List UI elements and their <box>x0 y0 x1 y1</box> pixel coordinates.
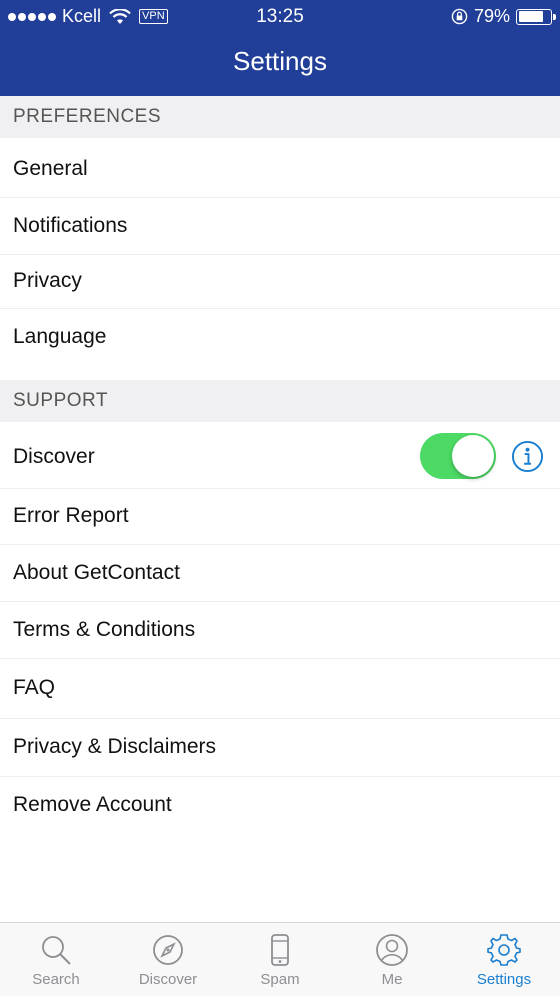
discover-toggle[interactable] <box>420 433 496 479</box>
settings-item-language[interactable]: Language <box>0 308 560 366</box>
tab-me[interactable]: Me <box>336 923 448 996</box>
phone-icon <box>271 934 289 966</box>
settings-item-privacy-disclaimers[interactable]: Privacy & Disclaimers <box>0 718 560 776</box>
tab-label: Settings <box>476 971 532 988</box>
tab-label: Search <box>32 971 80 988</box>
battery-icon <box>516 8 556 25</box>
settings-item-privacy[interactable]: Privacy <box>0 254 560 308</box>
tab-search[interactable]: Search <box>0 923 112 996</box>
settings-item-faq[interactable]: FAQ <box>0 658 560 718</box>
tab-discover[interactable]: Discover <box>112 923 224 996</box>
status-bar: Kcell VPN 13:25 79% <box>0 0 560 34</box>
battery-percent: 79% <box>473 6 510 26</box>
search-icon <box>42 936 71 965</box>
section-header-preferences: PREFERENCES <box>0 96 560 138</box>
settings-item-error-report[interactable]: Error Report <box>0 488 560 544</box>
compass-icon <box>153 935 183 965</box>
status-right: 79% <box>451 6 556 27</box>
tab-bar: Search Discover Spam Me Settings <box>0 922 560 996</box>
page-title: Settings <box>233 46 327 76</box>
settings-item-remove-account[interactable]: Remove Account <box>0 776 560 833</box>
tab-label: Discover <box>138 971 198 988</box>
settings-item-notifications[interactable]: Notifications <box>0 198 560 254</box>
tab-spam[interactable]: Spam <box>224 923 336 996</box>
battery-fill <box>518 11 543 22</box>
gear-icon <box>487 934 521 966</box>
section-header-support: SUPPORT <box>0 380 560 422</box>
settings-item-about[interactable]: About GetContact <box>0 544 560 601</box>
tab-label: Spam <box>260 971 300 988</box>
rotation-lock-icon <box>451 8 468 25</box>
toggle-knob <box>452 435 494 477</box>
header: Kcell VPN 13:25 79% Settings <box>0 0 560 96</box>
tab-label: Me <box>381 971 403 988</box>
settings-item-terms[interactable]: Terms & Conditions <box>0 601 560 658</box>
tab-settings[interactable]: Settings <box>448 923 560 996</box>
info-icon[interactable] <box>511 440 544 473</box>
user-icon <box>376 934 408 966</box>
settings-item-general[interactable]: General <box>0 141 560 197</box>
